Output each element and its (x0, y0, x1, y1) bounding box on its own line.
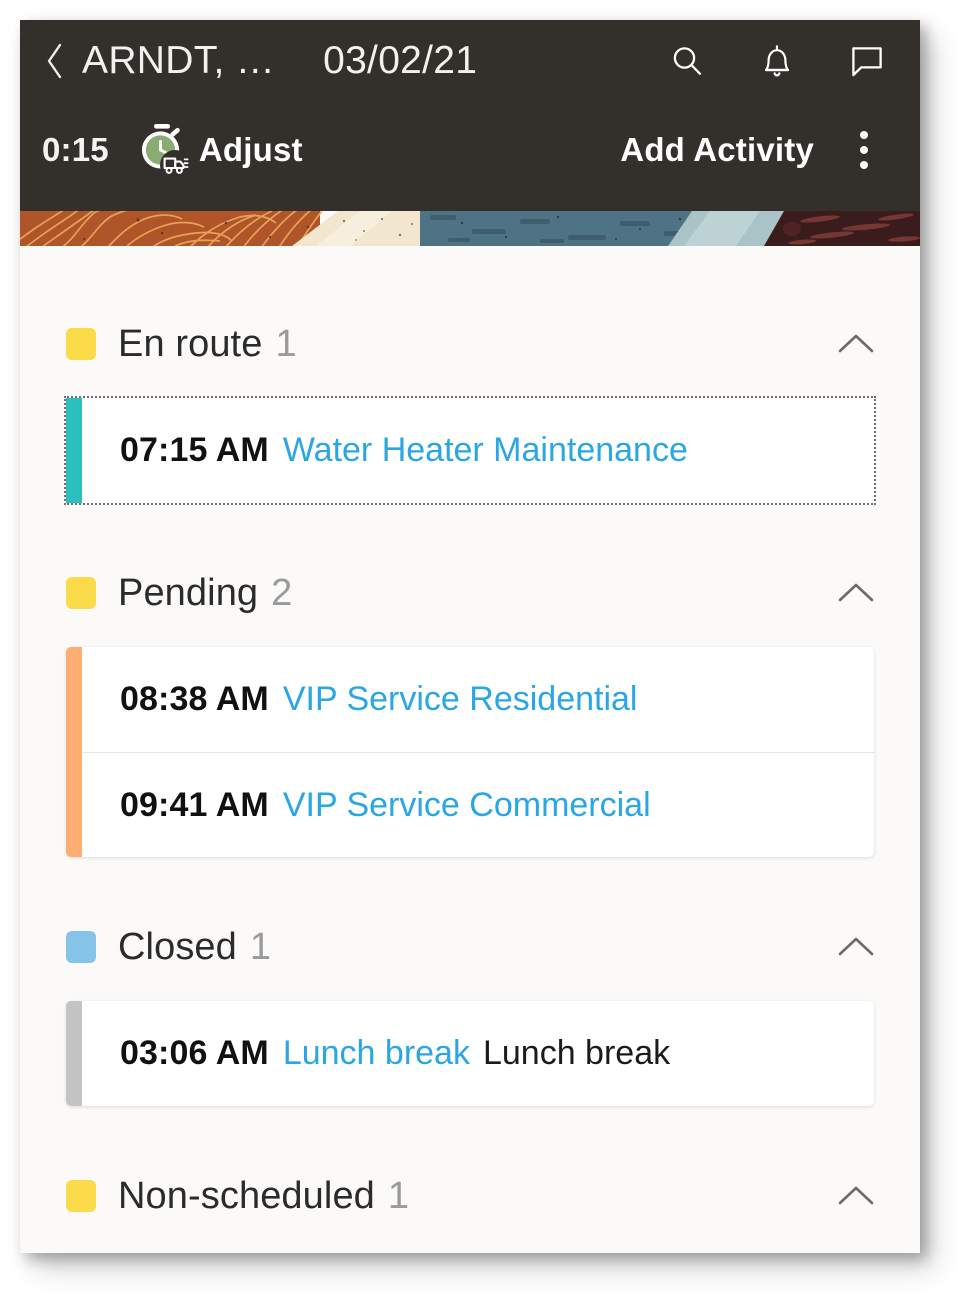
group-color-swatch (66, 328, 96, 360)
activity-rows: 03:06 AM Lunch break Lunch break (82, 1001, 874, 1106)
overflow-menu-button[interactable] (836, 122, 892, 178)
group-title: Closed (118, 925, 237, 968)
activity-name-link[interactable]: Water Heater Maintenance (283, 431, 688, 470)
mobile-app-screen: ARNDT, … 03/02/21 0:15 Adjust Add Activi… (20, 20, 920, 1253)
group-count: 2 (271, 571, 293, 614)
travel-timer-button[interactable] (131, 119, 193, 181)
activity-group-en-route: En route 1 07:15 AM Water Heater Mainten… (20, 308, 920, 505)
abstract-texture-artwork (20, 211, 920, 246)
group-count: 1 (275, 322, 297, 365)
group-header-en-route[interactable]: En route 1 (20, 308, 920, 380)
back-button[interactable] (42, 41, 68, 81)
activity-time: 07:15 AM (120, 431, 269, 469)
activity-name-link[interactable]: Lunch break (283, 1034, 470, 1073)
group-header-closed[interactable]: Closed 1 (20, 911, 920, 983)
activity-row[interactable]: 08:38 AM VIP Service Residential (82, 647, 874, 752)
customer-name[interactable]: ARNDT, … (82, 39, 275, 83)
activity-time: 08:38 AM (120, 680, 269, 718)
activity-rows: 08:38 AM VIP Service Residential 09:41 A… (82, 647, 874, 857)
activity-group-non-scheduled: Non-scheduled 1 (20, 1160, 920, 1232)
collapse-group-button[interactable] (834, 571, 878, 615)
app-bar-secondary-row: 0:15 Adjust Add Activity (20, 95, 920, 205)
group-header-pending[interactable]: Pending 2 (20, 557, 920, 629)
activity-name-link[interactable]: VIP Service Residential (283, 680, 638, 719)
group-title: Non-scheduled (118, 1174, 375, 1217)
activity-time: 09:41 AM (120, 785, 269, 824)
activity-group-pending: Pending 2 08:38 AM VIP Service Residenti… (20, 557, 920, 857)
chevron-up-icon (836, 934, 876, 960)
activity-rows: 07:15 AM Water Heater Maintenance (82, 398, 874, 503)
activity-list: En route 1 07:15 AM Water Heater Mainten… (20, 246, 920, 1232)
app-bar-titles: ARNDT, … 03/02/21 (68, 39, 644, 83)
group-color-swatch (66, 1180, 96, 1212)
group-count: 1 (387, 1174, 410, 1217)
status-accent-bar (66, 647, 82, 857)
activity-card-stack: 03:06 AM Lunch break Lunch break (66, 1001, 874, 1106)
activity-row[interactable]: 03:06 AM Lunch break Lunch break (82, 1001, 874, 1106)
group-color-swatch (66, 577, 96, 609)
chevron-left-icon (44, 42, 66, 80)
chevron-up-icon (836, 331, 876, 357)
activity-row[interactable]: 07:15 AM Water Heater Maintenance (82, 398, 874, 503)
add-activity-button[interactable]: Add Activity (620, 131, 814, 169)
activity-description: Lunch break (482, 1034, 671, 1072)
group-count: 1 (249, 925, 272, 968)
notifications-button[interactable] (758, 42, 796, 80)
app-bar-primary-row: ARNDT, … 03/02/21 (20, 20, 920, 101)
chevron-up-icon (836, 580, 876, 606)
decorative-banner-image (20, 211, 920, 246)
collapse-group-button[interactable] (834, 1174, 878, 1218)
activity-time: 03:06 AM (120, 1034, 269, 1072)
chat-button[interactable] (848, 42, 886, 80)
chat-bubble-icon (849, 44, 885, 78)
activity-name-link[interactable]: VIP Service Commercial (283, 786, 651, 825)
timer-value: 0:15 (42, 131, 109, 168)
app-bar: ARNDT, … 03/02/21 0:15 Adjust Add Activi… (20, 20, 920, 211)
group-header-non-scheduled[interactable]: Non-scheduled 1 (20, 1160, 920, 1232)
chevron-up-icon (836, 1183, 876, 1209)
group-color-swatch (66, 931, 96, 963)
group-title: Pending (118, 571, 259, 614)
search-icon (669, 43, 705, 79)
collapse-group-button[interactable] (834, 322, 878, 366)
status-accent-bar (66, 1001, 82, 1106)
collapse-group-button[interactable] (834, 925, 878, 969)
kebab-menu-icon (860, 131, 868, 169)
bell-icon (760, 43, 794, 79)
app-bar-actions (668, 42, 886, 80)
activity-card-stack: 08:38 AM VIP Service Residential 09:41 A… (66, 647, 874, 857)
group-title: En route (118, 322, 263, 365)
activity-row[interactable]: 09:41 AM VIP Service Commercial (82, 752, 874, 857)
visit-date[interactable]: 03/02/21 (323, 39, 477, 83)
adjust-button[interactable]: Adjust (199, 131, 303, 169)
status-accent-bar (66, 398, 82, 503)
search-button[interactable] (668, 42, 706, 80)
activity-group-closed: Closed 1 03:06 AM Lunch break Lunch brea… (20, 911, 920, 1106)
stopwatch-truck-icon (131, 119, 193, 181)
activity-card-stack: 07:15 AM Water Heater Maintenance (64, 396, 876, 505)
